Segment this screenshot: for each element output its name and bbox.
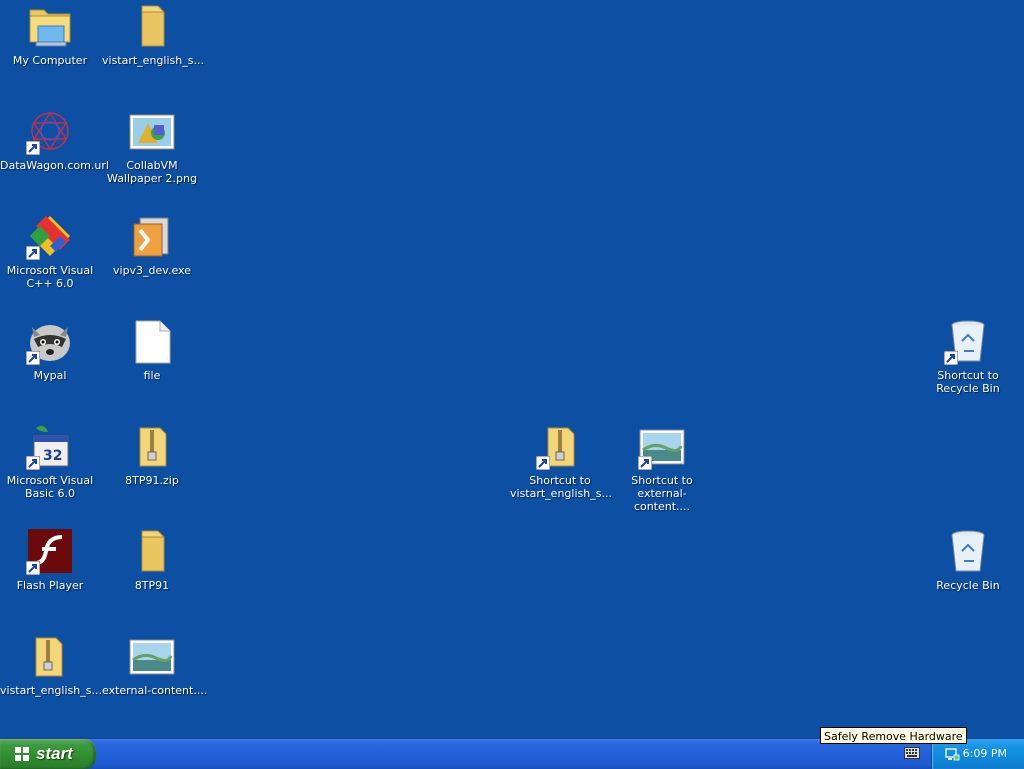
- icon-label: vistart_english_s...: [0, 684, 102, 697]
- desktop-icon-mypal[interactable]: Mypal: [0, 317, 100, 382]
- icon-label: vistart_english_s...: [102, 54, 204, 67]
- desktop-icon-vipv3[interactable]: vipv3_dev.exe: [102, 212, 202, 277]
- icon-label: Shortcut to Recycle Bin: [936, 369, 1000, 395]
- icon-label: Shortcut to external-content....: [631, 474, 693, 513]
- folder-icon: [128, 527, 176, 575]
- icon-label: Shortcut to vistart_english_s...: [510, 474, 612, 500]
- icon-label: external-content....: [102, 684, 208, 697]
- desktop-icon-8tp91-folder[interactable]: 8TP91: [102, 527, 202, 592]
- zip-folder-icon: [536, 422, 584, 470]
- recycle-bin-icon: [944, 527, 992, 575]
- start-button[interactable]: start: [0, 739, 96, 769]
- desktop-icon-datawagon[interactable]: DataWagon.com.url: [0, 107, 109, 172]
- start-label: start: [36, 744, 73, 763]
- desktop[interactable]: My Computer DataWagon.com.url Microsoft …: [0, 0, 1024, 738]
- desktop-icon-recycle-bin[interactable]: Recycle Bin: [918, 527, 1018, 592]
- clock[interactable]: 6:09 PM: [963, 747, 1007, 760]
- icon-label: DataWagon.com.url: [0, 159, 109, 172]
- safely-remove-hardware-icon[interactable]: [944, 746, 960, 762]
- desktop-icon-vistart-zip[interactable]: vistart_english_s...: [0, 632, 102, 697]
- desktop-icon-visual-basic[interactable]: 32 Microsoft Visual Basic 6.0: [0, 422, 100, 500]
- desktop-icon-shortcut-recycle-bin[interactable]: Shortcut to Recycle Bin: [918, 317, 1018, 395]
- desktop-icon-flash-player[interactable]: Flash Player: [0, 527, 100, 592]
- icon-label: Microsoft Visual Basic 6.0: [6, 474, 94, 500]
- icon-label: vipv3_dev.exe: [113, 264, 191, 277]
- icon-label: Microsoft Visual C++ 6.0: [6, 264, 94, 290]
- icon-label: 8TP91.zip: [125, 474, 179, 487]
- desktop-icon-shortcut-external-content[interactable]: Shortcut to external-content....: [612, 422, 712, 513]
- shortcut-arrow-icon: [944, 351, 958, 365]
- shortcut-arrow-icon: [26, 456, 40, 470]
- shortcut-arrow-icon: [26, 351, 40, 365]
- shortcut-arrow-icon: [26, 141, 40, 155]
- keyboard-layout-icon[interactable]: [904, 747, 920, 759]
- icon-label: Mypal: [33, 369, 67, 382]
- desktop-icon-my-computer[interactable]: My Computer: [0, 2, 100, 67]
- shortcut-arrow-icon: [26, 561, 40, 575]
- image-file-icon: [128, 632, 176, 680]
- my-computer-icon: [26, 2, 74, 50]
- svg-text:32: 32: [43, 448, 62, 464]
- installer-icon: [128, 212, 176, 260]
- icon-label: My Computer: [12, 54, 88, 67]
- desktop-icon-visual-cpp[interactable]: Microsoft Visual C++ 6.0: [0, 212, 100, 290]
- recycle-bin-icon: [944, 317, 992, 365]
- desktop-icon-external-content[interactable]: external-content....: [102, 632, 208, 697]
- tooltip-safely-remove-hardware: Safely Remove Hardware: [820, 727, 967, 744]
- icon-label: file: [143, 369, 161, 382]
- desktop-icon-8tp91-zip[interactable]: 8TP91.zip: [102, 422, 202, 487]
- icon-label: CollabVM Wallpaper 2.png: [107, 159, 197, 185]
- image-file-icon: [128, 107, 176, 155]
- image-file-icon: [638, 422, 686, 470]
- desktop-icon-file[interactable]: file: [102, 317, 202, 382]
- zip-folder-icon: [128, 422, 176, 470]
- desktop-icon-shortcut-vistart[interactable]: Shortcut to vistart_english_s...: [510, 422, 612, 500]
- desktop-icon-collabvm-wallpaper[interactable]: CollabVM Wallpaper 2.png: [102, 107, 202, 185]
- mypal-icon: [26, 317, 74, 365]
- shortcut-arrow-icon: [536, 456, 550, 470]
- visual-basic-icon: 32: [26, 422, 74, 470]
- icon-label: Flash Player: [16, 579, 84, 592]
- windows-logo-icon: [15, 747, 29, 761]
- shortcut-arrow-icon: [26, 246, 40, 260]
- blank-file-icon: [128, 317, 176, 365]
- folder-icon: [128, 2, 176, 50]
- zip-folder-icon: [26, 632, 74, 680]
- visual-cpp-icon: [26, 212, 74, 260]
- icon-label: Recycle Bin: [936, 579, 1000, 592]
- icon-label: 8TP91: [134, 579, 170, 592]
- flash-player-icon: [26, 527, 74, 575]
- url-shortcut-icon: [26, 107, 74, 155]
- shortcut-arrow-icon: [638, 456, 652, 470]
- desktop-icon-vistart-folder[interactable]: vistart_english_s...: [102, 2, 204, 67]
